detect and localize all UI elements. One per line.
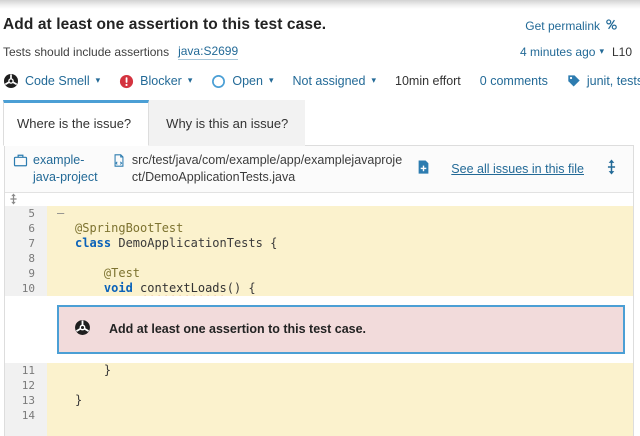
tab-where-is-the-issue[interactable]: Where is the issue?	[3, 100, 149, 146]
issue-type-dropdown[interactable]: Code Smell ▾	[3, 73, 100, 89]
project-link[interactable]: example-java-project	[33, 152, 102, 186]
chevron-down-icon: ▾	[96, 76, 101, 86]
status-label: Open	[232, 74, 263, 88]
get-permalink-label: Get permalink	[525, 19, 600, 33]
line-number[interactable]: 6	[5, 221, 47, 236]
line-number	[5, 296, 47, 363]
severity-dropdown[interactable]: Blocker ▾	[119, 74, 192, 89]
code-line: 5–	[5, 206, 633, 221]
code-line	[5, 423, 633, 436]
file-header: example-java-project src/test/java/com/e…	[5, 146, 633, 193]
expand-file-icon[interactable]	[604, 159, 619, 178]
fold-marker[interactable]: –	[57, 206, 75, 221]
issue-age-dropdown[interactable]: 4 minutes ago ▾	[520, 45, 604, 59]
project-icon	[13, 152, 28, 171]
line-number[interactable]: 13	[5, 393, 47, 408]
issue-type-label: Code Smell	[25, 74, 90, 88]
rule-key-link[interactable]: java:S2699	[178, 44, 238, 60]
assignee-dropdown[interactable]: Not assigned ▾	[293, 74, 377, 88]
code-smell-icon	[3, 73, 19, 89]
issue-inline-row: Add at least one assertion to this test …	[5, 296, 633, 363]
code-line: 9 @Test	[5, 266, 633, 281]
code-content: @SpringBootTest	[47, 221, 633, 236]
see-all-issues-link[interactable]: See all issues in this file	[451, 162, 584, 176]
status-dropdown[interactable]: Open ▾	[211, 74, 273, 89]
comments-link[interactable]: 0 comments	[480, 74, 548, 88]
issue-toolbar: Code Smell ▾ Blocker ▾ Open ▾	[3, 73, 632, 89]
file-path: src/test/java/com/example/app/examplejav…	[132, 152, 406, 186]
line-number[interactable]: 11	[5, 363, 47, 378]
issue-cell: Add at least one assertion to this test …	[47, 296, 633, 363]
permalink-icon	[605, 18, 618, 34]
code-line: 14	[5, 408, 633, 423]
pin-file-button[interactable]	[416, 159, 431, 178]
code-line: 8	[5, 251, 633, 266]
blocker-icon	[119, 74, 134, 89]
top-shadow	[0, 0, 640, 9]
code-content: @Test	[47, 266, 633, 281]
code-line: 11 }	[5, 363, 633, 378]
issue-tabs: Where is the issue? Why is this an issue…	[0, 100, 640, 146]
code-content	[47, 378, 633, 393]
line-number[interactable]: 14	[5, 408, 47, 423]
file-icon	[112, 152, 126, 173]
code-content: void contextLoads() {	[47, 281, 633, 296]
line-number	[5, 423, 47, 436]
code-smell-icon	[74, 319, 91, 340]
chevron-down-icon: ▾	[269, 76, 274, 86]
code-rows: 5–6@SpringBootTest7class DemoApplication…	[5, 206, 633, 436]
code-content: }	[47, 393, 633, 408]
issue-header: Add at least one assertion to this test …	[0, 9, 640, 89]
tags-dropdown[interactable]: junit, tests ▾	[567, 74, 640, 88]
chevron-down-icon: ▾	[599, 47, 604, 57]
open-status-icon	[211, 74, 226, 89]
code-content	[47, 251, 633, 266]
code-panel: example-java-project src/test/java/com/e…	[4, 145, 634, 436]
code-line: 13}	[5, 393, 633, 408]
issue-message-box[interactable]: Add at least one assertion to this test …	[57, 305, 625, 354]
line-number[interactable]: 10	[5, 281, 47, 296]
line-number[interactable]: 12	[5, 378, 47, 393]
tags-label: junit, tests	[587, 74, 640, 88]
line-number[interactable]: 5	[5, 206, 47, 221]
tag-icon	[567, 74, 581, 88]
chevron-down-icon: ▾	[188, 76, 193, 86]
line-number[interactable]: 9	[5, 266, 47, 281]
assignee-label: Not assigned	[293, 74, 366, 88]
page-title: Add at least one assertion to this test …	[3, 16, 326, 34]
code-content: }	[47, 363, 633, 378]
get-permalink-link[interactable]: Get permalink	[525, 18, 618, 34]
code-content	[47, 408, 633, 423]
line-reference: L10	[612, 45, 632, 59]
code-content: class DemoApplicationTests {	[47, 236, 633, 251]
rule-description: Tests should include assertions	[3, 45, 169, 59]
tab-why-is-this-an-issue[interactable]: Why is this an issue?	[149, 100, 305, 146]
code-line: 6@SpringBootTest	[5, 221, 633, 236]
line-number[interactable]: 7	[5, 236, 47, 251]
code-line: 7class DemoApplicationTests {	[5, 236, 633, 251]
code-viewer: 5–6@SpringBootTest7class DemoApplication…	[5, 193, 633, 436]
severity-label: Blocker	[140, 74, 182, 88]
effort-label: 10min effort	[395, 74, 461, 88]
code-content	[47, 423, 633, 436]
code-line: 12	[5, 378, 633, 393]
issue-age: 4 minutes ago	[520, 45, 595, 59]
expand-lines-above-button[interactable]	[8, 193, 19, 205]
issue-message: Add at least one assertion to this test …	[109, 322, 366, 337]
line-number[interactable]: 8	[5, 251, 47, 266]
code-content: –	[47, 206, 633, 221]
code-line: 10 void contextLoads() {	[5, 281, 633, 296]
chevron-down-icon: ▾	[371, 76, 376, 86]
